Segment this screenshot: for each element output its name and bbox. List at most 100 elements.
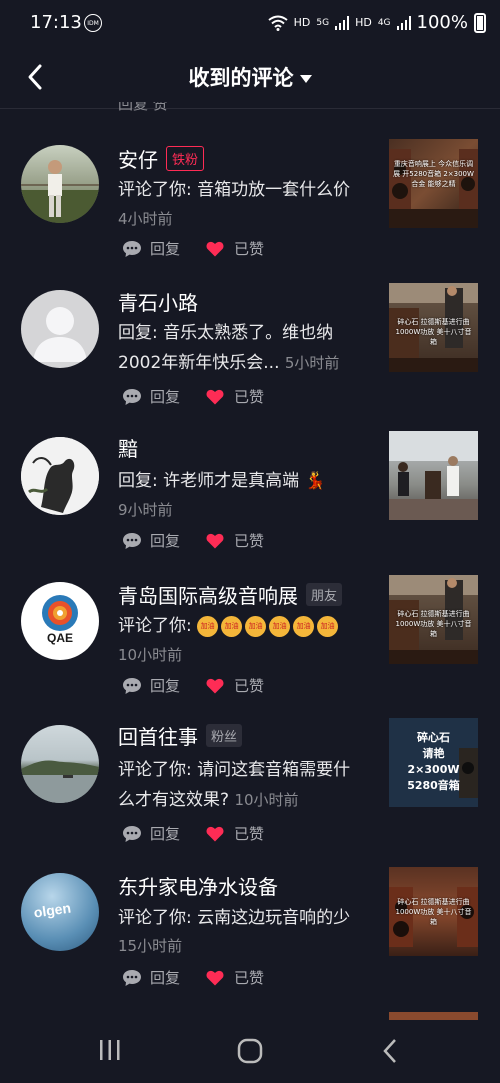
- user-name[interactable]: 黯: [118, 433, 138, 462]
- user-name[interactable]: 东升家电净水设备: [118, 871, 278, 900]
- page-title-dropdown[interactable]: 收到的评论: [0, 62, 500, 92]
- next-thumbnail-peek: [389, 1012, 478, 1020]
- liked-label: 已赞: [234, 388, 265, 406]
- comment-bubble-icon: [123, 388, 141, 405]
- system-nav-bar: [0, 1020, 500, 1083]
- wifi-icon: [268, 15, 288, 31]
- svg-text:olgen: olgen: [33, 900, 72, 921]
- thumbnail-caption: 碎心石 拉德斯基进行曲 1000W功放 美十八寸音箱: [395, 610, 472, 638]
- reply-button[interactable]: 回复: [122, 530, 180, 551]
- jiayou-emoji: 加油: [293, 615, 315, 637]
- comment-item[interactable]: 黯 回复: 许老师才是真高端 💃 9小时前 回复 已赞: [0, 423, 500, 568]
- comment-item[interactable]: olgen 东升家电净水设备 评论了你: 云南这边玩音响的少 15小时前 回复 …: [0, 863, 500, 1008]
- recent-apps-icon[interactable]: [98, 1038, 122, 1062]
- network-label-5g: 5G: [316, 17, 330, 28]
- network-label-4g: 4G: [377, 17, 391, 28]
- page-title: 收到的评论: [188, 66, 294, 90]
- comment-item[interactable]: 青石小路 回复: 音乐太熟悉了。维也纳 2002年新年快乐会... 5小时前 回…: [0, 275, 500, 423]
- user-name[interactable]: 安仔 铁粉: [118, 144, 205, 173]
- follower-badge: 粉丝: [206, 724, 243, 747]
- comment-text: 回复: 音乐太熟悉了。维也纳 2002年新年快乐会... 5小时前: [118, 323, 340, 373]
- battery-percent: 100%: [416, 12, 468, 33]
- video-thumbnail[interactable]: [389, 431, 478, 520]
- comment-time: 15小时前: [118, 937, 183, 955]
- caret-down-icon: [299, 75, 312, 83]
- comment-time: 5小时前: [284, 354, 340, 372]
- reply-label: 回复: [150, 969, 181, 987]
- comment-item[interactable]: 安仔 铁粉 评论了你: 音箱功放一套什么价 4小时前 回复 已赞 重庆音响展上 今…: [0, 130, 500, 275]
- thumbnail-caption: 碎心石 拉德斯基进行曲 1000W功放 美十八寸音箱: [395, 318, 472, 346]
- like-button[interactable]: 已赞: [206, 823, 264, 844]
- fan-badge: 铁粉: [166, 146, 205, 171]
- like-button[interactable]: 已赞: [206, 675, 264, 696]
- avatar[interactable]: [21, 725, 99, 803]
- heart-icon: [206, 389, 224, 404]
- heart-icon: [206, 533, 224, 548]
- hd-label: HD: [293, 16, 311, 29]
- reply-button[interactable]: 回复: [122, 823, 180, 844]
- liked-label: 已赞: [234, 825, 265, 843]
- signal-icon: [335, 15, 350, 30]
- video-thumbnail[interactable]: 碎心石 拉德斯基进行曲 1000W功放 美十八寸音箱: [389, 283, 478, 372]
- user-name[interactable]: 青岛国际高级音响展 朋友: [118, 580, 343, 609]
- emoji: 💃: [304, 471, 326, 491]
- video-thumbnail[interactable]: 重庆音响展上 今众信乐调展 开5280音箱 2×300W合金 能够之精: [389, 139, 478, 228]
- comment-time: 10小时前: [118, 646, 183, 664]
- comment-bubble-icon: [123, 240, 141, 257]
- thumbnail-caption: 碎心石 拉德斯基进行曲 1000W功放 美十八寸音箱: [395, 898, 472, 926]
- battery-icon: [474, 12, 486, 33]
- reply-button[interactable]: 回复: [122, 675, 180, 696]
- avatar[interactable]: QAE: [21, 582, 99, 660]
- comment-text: 评论了你: 音箱功放一套什么价: [118, 180, 351, 200]
- reply-button[interactable]: 回复: [122, 386, 180, 407]
- comment-time: 4小时前: [118, 210, 173, 228]
- back-icon[interactable]: [380, 1038, 400, 1064]
- heart-icon: [206, 241, 224, 256]
- reply-button[interactable]: 回复: [122, 238, 180, 259]
- user-name[interactable]: 青石小路: [118, 287, 198, 316]
- liked-label: 已赞: [234, 532, 265, 550]
- svg-text:QAE: QAE: [47, 631, 73, 645]
- jiayou-emoji: 加油: [221, 615, 243, 637]
- comment-item[interactable]: 回首往事 粉丝 评论了你: 请问这套音箱需要什 么才有这效果? 10小时前 回复 …: [0, 713, 500, 863]
- hd-label-2: HD: [355, 16, 372, 29]
- user-name[interactable]: 回首往事 粉丝: [118, 721, 243, 750]
- comment-bubble-icon: [123, 532, 141, 549]
- avatar[interactable]: [21, 290, 99, 368]
- comment-text: 评论了你: 加油 加油 加油 加油 加油 加油: [118, 611, 380, 641]
- page-header: 收到的评论: [0, 48, 500, 109]
- avatar[interactable]: [21, 437, 99, 515]
- avatar[interactable]: [21, 145, 99, 223]
- thumbnail-caption: 碎心石 请艳 2×300W 5280音箱: [407, 731, 460, 792]
- reply-button[interactable]: 回复: [122, 967, 180, 988]
- emoji-row: 加油 加油 加油 加油 加油 加油: [197, 615, 339, 637]
- heart-icon: [206, 678, 224, 693]
- status-bar: 17:13 IDM HD 5G HD 4G 100%: [0, 0, 500, 48]
- jiayou-emoji: 加油: [197, 615, 219, 637]
- home-icon[interactable]: [237, 1038, 263, 1064]
- status-time: 17:13: [30, 12, 82, 33]
- reply-label: 回复: [150, 388, 181, 406]
- comment-text: 评论了你: 云南这边玩音响的少: [118, 908, 351, 928]
- comment-bubble-icon: [123, 825, 141, 842]
- liked-label: 已赞: [234, 677, 265, 695]
- liked-label: 已赞: [234, 969, 265, 987]
- like-button[interactable]: 已赞: [206, 530, 264, 551]
- like-button[interactable]: 已赞: [206, 238, 264, 259]
- comment-item[interactable]: QAE 青岛国际高级音响展 朋友 评论了你: 加油 加油 加油 加油 加油 加油 …: [0, 568, 500, 713]
- heart-icon: [206, 826, 224, 841]
- comment-text: 评论了你: 请问这套音箱需要什 么才有这效果? 10小时前: [118, 760, 351, 810]
- signal-icon-2: [396, 15, 411, 30]
- video-thumbnail[interactable]: 碎心石 拉德斯基进行曲 1000W功放 美十八寸音箱: [389, 867, 478, 956]
- video-thumbnail[interactable]: 碎心石 请艳 2×300W 5280音箱: [389, 718, 478, 807]
- video-thumbnail[interactable]: 碎心石 拉德斯基进行曲 1000W功放 美十八寸音箱: [389, 575, 478, 664]
- reply-label: 回复: [150, 677, 181, 695]
- avatar[interactable]: olgen: [21, 873, 99, 951]
- reply-label: 回复: [150, 240, 181, 258]
- like-button[interactable]: 已赞: [206, 386, 264, 407]
- jiayou-emoji: 加油: [269, 615, 291, 637]
- comment-bubble-icon: [123, 677, 141, 694]
- comment-time: 9小时前: [118, 501, 173, 519]
- like-button[interactable]: 已赞: [206, 967, 264, 988]
- idm-icon: IDM: [84, 14, 102, 32]
